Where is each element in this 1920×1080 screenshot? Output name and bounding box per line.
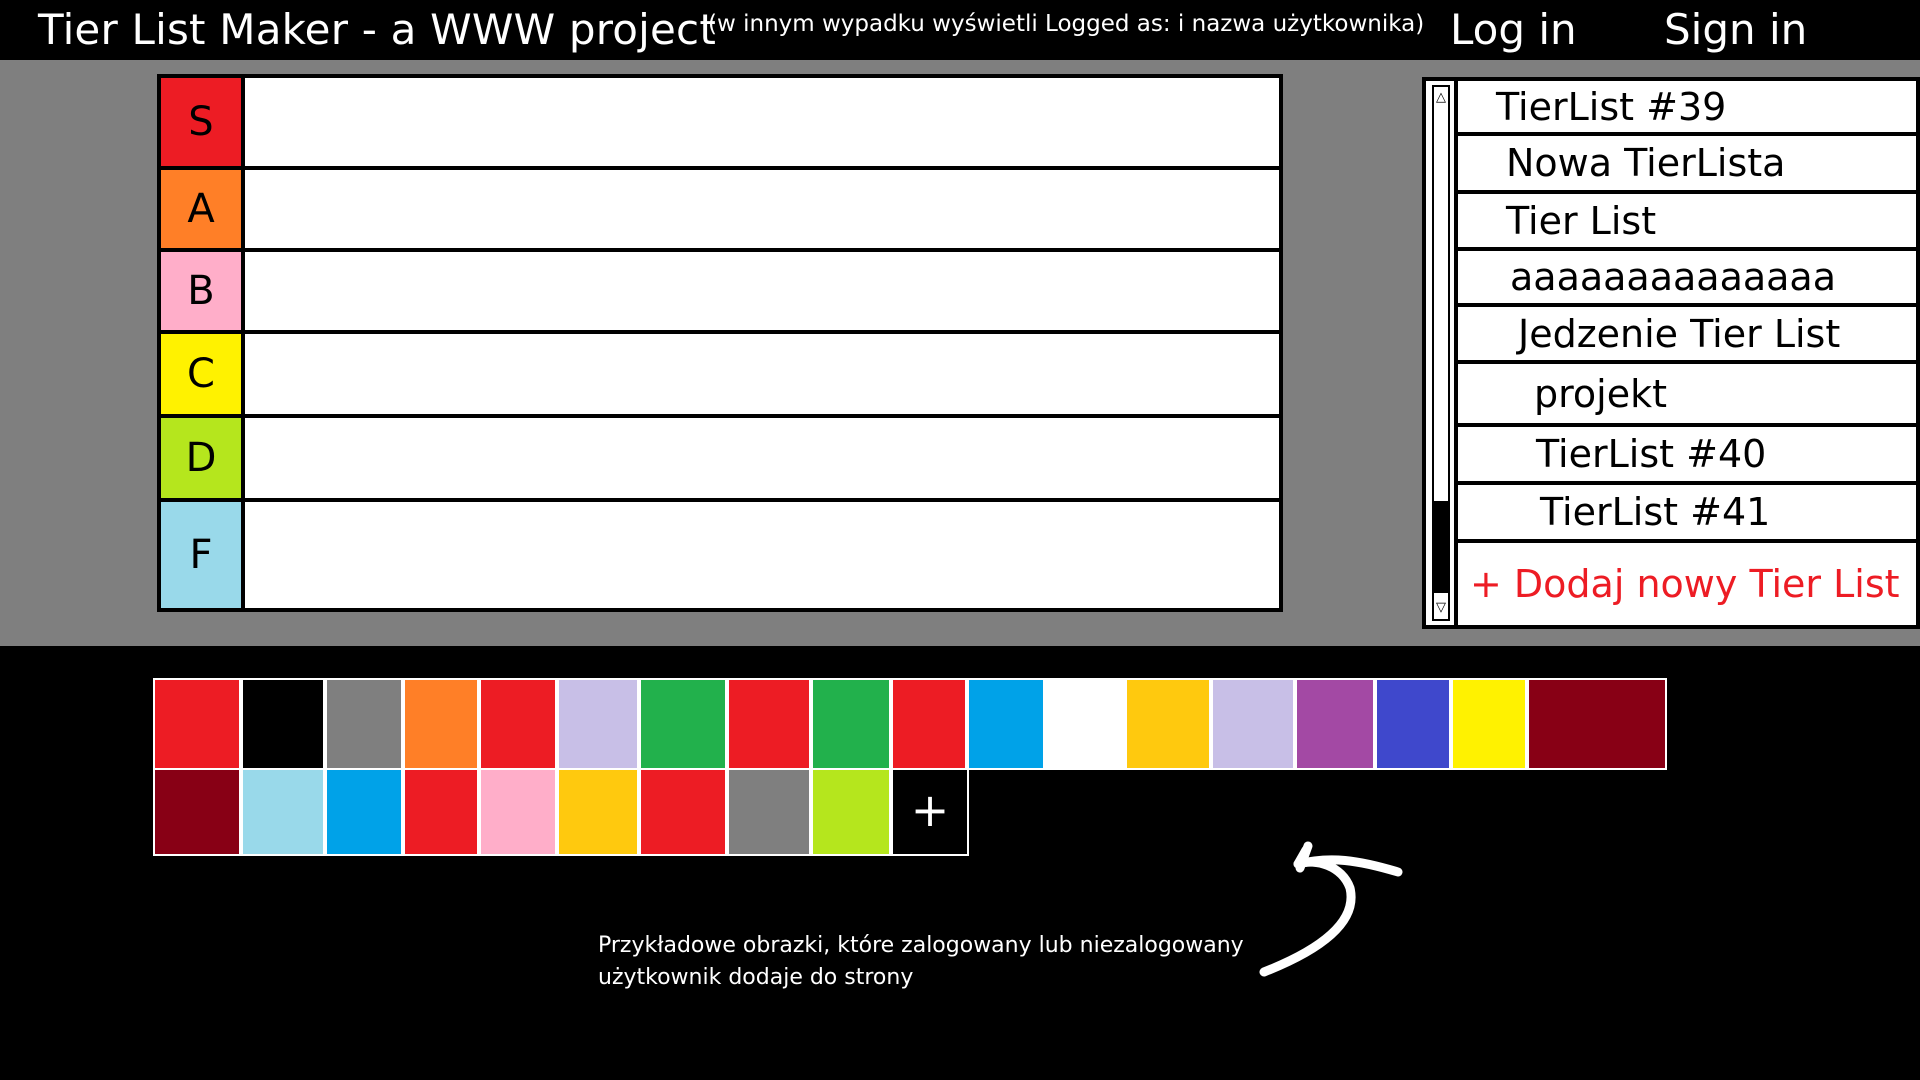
tier-drop-zone[interactable] (245, 252, 1279, 330)
image-tile[interactable] (1295, 678, 1375, 770)
tier-list-panel: △ ▽ TierList #39 Nowa TierLista Tier Lis… (1422, 77, 1920, 629)
image-tile[interactable] (241, 678, 325, 770)
tier-drop-zone[interactable] (245, 502, 1279, 608)
tier-label: D (161, 418, 245, 498)
scroll-up-icon[interactable]: △ (1434, 87, 1448, 109)
add-tier-list-button[interactable]: + Dodaj nowy Tier List (1458, 543, 1916, 625)
tier-row-c: C (161, 334, 1279, 418)
image-tile[interactable] (557, 678, 639, 770)
app-title: Tier List Maker - a WWW project (38, 5, 717, 54)
tier-label: S (161, 78, 245, 166)
tier-list-item[interactable]: projekt (1458, 364, 1916, 427)
tier-row-d: D (161, 418, 1279, 502)
tier-drop-zone[interactable] (245, 78, 1279, 166)
image-tile[interactable] (479, 678, 557, 770)
tier-label: C (161, 334, 245, 414)
tier-list-item[interactable]: Tier List (1458, 194, 1916, 251)
image-tile[interactable] (1045, 678, 1125, 770)
scrollbar-track[interactable]: △ ▽ (1432, 85, 1450, 621)
tier-row-a: A (161, 170, 1279, 252)
image-tile[interactable] (1375, 678, 1451, 770)
image-tile[interactable] (557, 768, 639, 856)
image-tile[interactable] (325, 678, 403, 770)
image-tile[interactable] (325, 768, 403, 856)
tier-list-items: TierList #39 Nowa TierLista Tier List aa… (1458, 81, 1916, 625)
tier-list-item[interactable]: aaaaaaaaaaaaaa (1458, 251, 1916, 307)
image-tile[interactable] (241, 768, 325, 856)
image-tile[interactable] (639, 678, 727, 770)
image-tile[interactable] (967, 678, 1045, 770)
tier-label: F (161, 502, 245, 608)
tier-row-b: B (161, 252, 1279, 334)
image-tile[interactable] (153, 678, 241, 770)
tier-board: S A B C D F (157, 74, 1283, 612)
image-tile[interactable] (639, 768, 727, 856)
tier-drop-zone[interactable] (245, 418, 1279, 498)
annotation-text: Przykładowe obrazki, które zalogowany lu… (598, 933, 1244, 990)
scrollbar[interactable]: △ ▽ (1426, 81, 1458, 625)
image-tile[interactable] (1451, 678, 1527, 770)
tier-label: B (161, 252, 245, 330)
tier-list-item[interactable]: TierList #39 (1458, 81, 1916, 136)
tier-list-item[interactable]: Nowa TierLista (1458, 136, 1916, 194)
image-tile[interactable] (1125, 678, 1211, 770)
image-tile[interactable] (811, 678, 891, 770)
tier-label: A (161, 170, 245, 248)
tier-drop-zone[interactable] (245, 334, 1279, 414)
image-tile[interactable] (727, 678, 811, 770)
scroll-down-icon[interactable]: ▽ (1434, 597, 1448, 619)
tier-row-f: F (161, 502, 1279, 608)
top-bar: Tier List Maker - a WWW project (w innym… (0, 0, 1920, 60)
image-palette: + (153, 678, 1675, 856)
header-note: (w innym wypadku wyświetli Logged as: i … (708, 11, 1425, 37)
tier-drop-zone[interactable] (245, 170, 1279, 248)
tier-list-item[interactable]: Jedzenie Tier List (1458, 307, 1916, 364)
log-in-link[interactable]: Log in (1450, 4, 1577, 56)
image-tile[interactable] (403, 678, 479, 770)
image-tile[interactable] (811, 768, 891, 856)
tier-list-item[interactable]: TierList #40 (1458, 427, 1916, 485)
image-tile[interactable] (1211, 678, 1295, 770)
image-tile[interactable] (479, 768, 557, 856)
tier-row-s: S (161, 78, 1279, 170)
image-tile[interactable] (727, 768, 811, 856)
add-image-button[interactable]: + (891, 768, 969, 856)
tier-list-item[interactable]: TierList #41 (1458, 485, 1916, 543)
image-tile[interactable] (403, 768, 479, 856)
image-tile[interactable] (153, 768, 241, 856)
image-tile[interactable] (891, 678, 967, 770)
image-tile[interactable] (1527, 678, 1667, 770)
sign-in-link[interactable]: Sign in (1664, 4, 1807, 56)
scrollbar-thumb[interactable] (1434, 501, 1448, 593)
